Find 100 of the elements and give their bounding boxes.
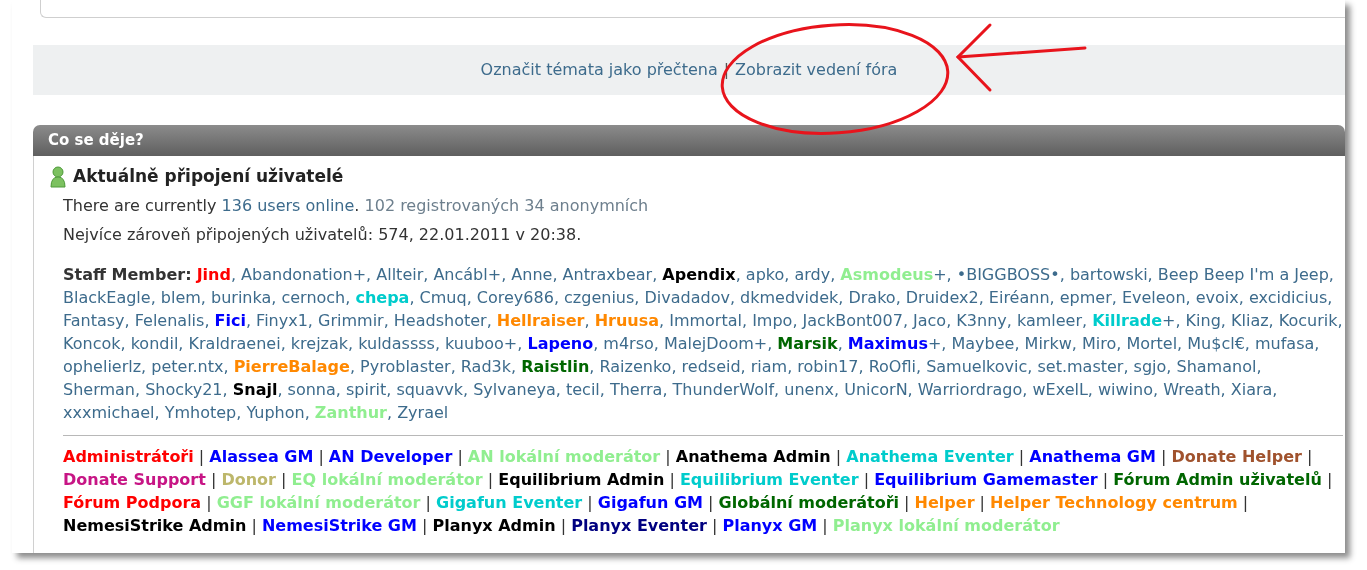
user-link[interactable]: xxxmichael — [63, 402, 155, 422]
group-link[interactable]: Donate Helper — [1171, 446, 1302, 466]
user-link[interactable]: King — [1185, 310, 1221, 330]
user-link[interactable]: burinka — [211, 287, 272, 307]
group-link[interactable]: Administrátoři — [63, 446, 194, 466]
user-link[interactable]: Sherman — [63, 379, 135, 399]
user-link[interactable]: Sylvaneya — [473, 379, 556, 399]
user-link[interactable]: Druidex2 — [905, 287, 979, 307]
user-link[interactable]: Fantasy — [63, 310, 125, 330]
user-link[interactable]: Xiara — [1230, 379, 1273, 399]
user-link[interactable]: redseid — [681, 356, 741, 376]
user-link[interactable]: blem — [160, 287, 201, 307]
user-link[interactable]: sonna — [287, 379, 336, 399]
user-link[interactable]: peter.ntx — [151, 356, 224, 376]
group-link[interactable]: Globální moderátoři — [718, 492, 900, 512]
online-users-link[interactable]: 136 users online — [221, 195, 355, 215]
group-link[interactable]: Fórum Admin uživatelů — [1113, 469, 1322, 489]
user-link[interactable]: ardy — [794, 264, 831, 284]
user-link[interactable]: krejzak — [290, 333, 349, 353]
user-link[interactable]: •BIGGBOSS• — [956, 264, 1060, 284]
user-link[interactable]: Shocky21 — [145, 379, 223, 399]
user-link[interactable]: czgenius — [564, 287, 635, 307]
user-link[interactable]: kondil — [130, 333, 179, 353]
group-link[interactable]: Gigafun GM — [597, 492, 703, 512]
user-link[interactable]: spirit — [345, 379, 387, 399]
group-link[interactable]: AN Developer — [328, 446, 453, 466]
user-link[interactable]: Zyrael — [397, 402, 449, 422]
user-link[interactable]: Snajl — [232, 379, 278, 399]
user-link[interactable]: unenx — [784, 379, 834, 399]
user-link[interactable]: Beep Beep I'm a Jeep — [1157, 264, 1329, 284]
user-link[interactable]: dkmedvidek — [740, 287, 839, 307]
user-link[interactable]: Maybee — [951, 333, 1015, 353]
user-link[interactable]: sgjo — [1133, 356, 1167, 376]
user-link[interactable]: wiwino — [1098, 379, 1153, 399]
user-link[interactable]: UnicorN — [844, 379, 908, 399]
user-link[interactable]: Cmuq — [419, 287, 467, 307]
user-link[interactable]: K3nny — [956, 310, 1007, 330]
user-link[interactable]: mufasa — [1255, 333, 1315, 353]
user-link[interactable]: Apendix — [662, 264, 736, 284]
user-link[interactable]: Mortel — [1126, 333, 1178, 353]
user-link[interactable]: Therra — [609, 379, 663, 399]
user-link[interactable]: Kliaz — [1231, 310, 1269, 330]
user-link[interactable]: set.master — [1037, 356, 1124, 376]
user-link[interactable]: Miro — [1081, 333, 1117, 353]
group-link[interactable]: NemesiStrike GM — [261, 515, 417, 535]
user-link[interactable]: Felenalis — [134, 310, 205, 330]
user-link[interactable]: Allteir — [376, 264, 424, 284]
group-link[interactable]: Planyx GM — [722, 515, 818, 535]
user-link[interactable]: Drako — [848, 287, 896, 307]
user-link[interactable]: MalejDoom+ — [663, 333, 768, 353]
user-link[interactable]: Pyroblaster — [360, 356, 451, 376]
user-link[interactable]: BlackEagle — [63, 287, 151, 307]
user-link[interactable]: Rad3k — [460, 356, 511, 376]
user-link[interactable]: Jind — [196, 264, 231, 284]
user-link[interactable]: kamleer — [1016, 310, 1082, 330]
user-link[interactable]: Ymhotep — [164, 402, 237, 422]
user-link[interactable]: riam — [750, 356, 788, 376]
group-link[interactable]: Alassea GM — [209, 446, 314, 466]
user-link[interactable]: wExelL — [1032, 379, 1088, 399]
user-link[interactable]: Koncok — [63, 333, 121, 353]
user-link[interactable]: apko — [745, 264, 785, 284]
user-link[interactable]: tecil — [565, 379, 600, 399]
user-link[interactable]: Kraldraenei — [188, 333, 281, 353]
user-link[interactable]: Raizenko — [599, 356, 672, 376]
group-link[interactable]: Anathema Admin — [675, 446, 831, 466]
user-link[interactable]: Ancábl+ — [433, 264, 502, 284]
user-link[interactable]: cernoch — [281, 287, 346, 307]
user-link[interactable]: Maximus — [847, 333, 928, 353]
user-link[interactable]: ThunderWolf — [672, 379, 775, 399]
group-link[interactable]: Equilibrium Admin — [498, 469, 665, 489]
user-link[interactable]: Eiréann — [988, 287, 1050, 307]
user-link[interactable]: evoix — [1195, 287, 1239, 307]
user-link[interactable]: Wreath — [1163, 379, 1221, 399]
user-link[interactable]: Divadadov — [644, 287, 730, 307]
user-link[interactable]: robin17 — [797, 356, 859, 376]
user-link[interactable]: Marsik — [777, 333, 838, 353]
user-link[interactable]: Samuelkovic — [926, 356, 1028, 376]
user-link[interactable]: Anne — [511, 264, 553, 284]
user-link[interactable]: Warriordrago — [917, 379, 1023, 399]
user-link[interactable]: kuuboo+ — [445, 333, 518, 353]
user-link[interactable]: squavvk — [396, 379, 463, 399]
user-link[interactable]: Fici — [214, 310, 246, 330]
user-link[interactable]: Raistlin — [521, 356, 590, 376]
user-link[interactable]: Yuphon — [246, 402, 305, 422]
user-link[interactable]: Corey686 — [476, 287, 554, 307]
group-link[interactable]: NemesiStrike Admin — [63, 515, 247, 535]
user-link[interactable]: Finyx1 — [256, 310, 308, 330]
user-link[interactable]: bartowski — [1069, 264, 1148, 284]
user-link[interactable]: Immortal — [669, 310, 742, 330]
group-link[interactable]: Anathema GM — [1029, 446, 1156, 466]
user-link[interactable]: Headshoter — [393, 310, 487, 330]
user-link[interactable]: Lapeno — [527, 333, 594, 353]
user-link[interactable]: epmer — [1059, 287, 1112, 307]
user-link[interactable]: JackBont007 — [802, 310, 903, 330]
user-link[interactable]: Shamanol — [1176, 356, 1257, 376]
user-link[interactable]: Mirkw — [1024, 333, 1072, 353]
user-link[interactable]: Jaco — [913, 310, 947, 330]
user-link[interactable]: Eveleon — [1121, 287, 1186, 307]
user-link[interactable]: Kocurik — [1278, 310, 1338, 330]
forum-link[interactable]: Označit témata jako přečtena — [480, 58, 718, 82]
